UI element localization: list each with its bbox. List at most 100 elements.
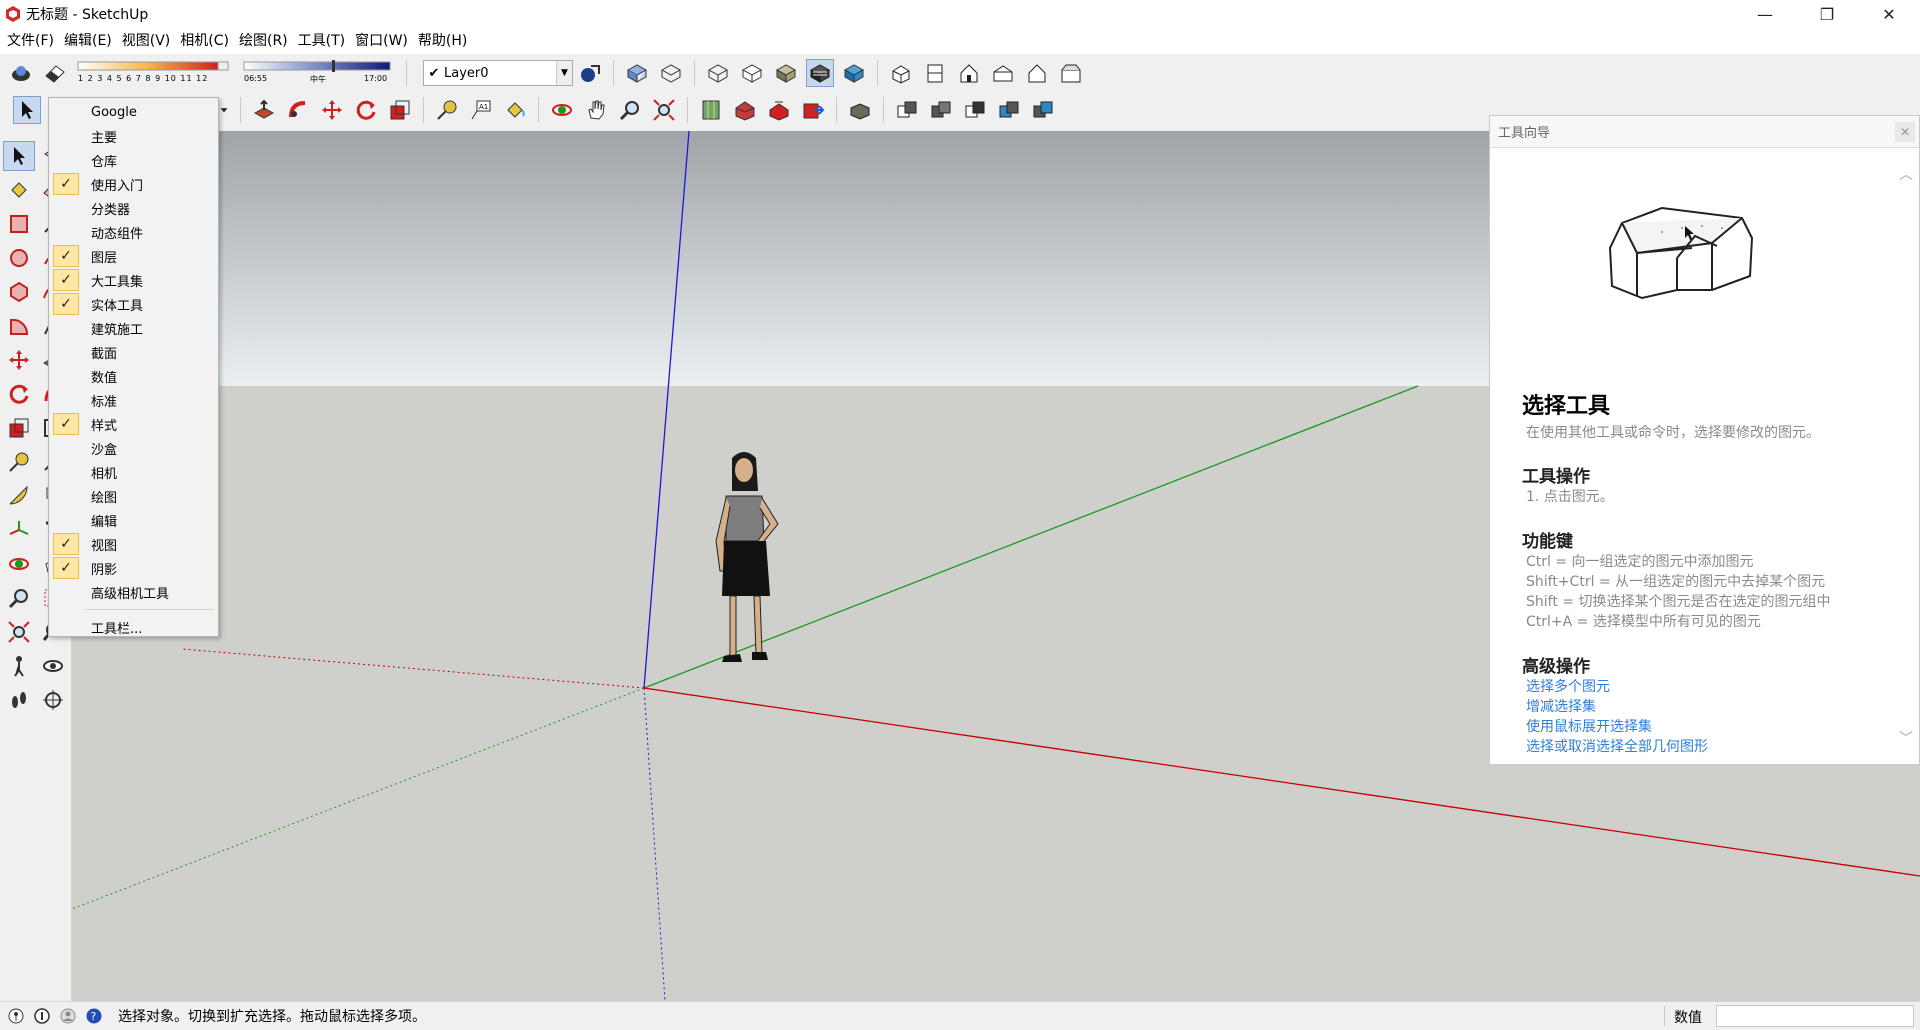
shaded-with-textures-icon[interactable] [806,59,834,87]
menu-item-toolbar-option[interactable]: 数值 [49,364,218,388]
advanced-link[interactable]: 增减选择集 [1526,697,1885,717]
menu-item-toolbar-option[interactable]: 绘图 [49,484,218,508]
chevron-down-icon[interactable]: ▼ [556,61,572,85]
menu-help[interactable]: 帮助(H) [413,30,472,52]
shadow-time-slider[interactable]: 06:55 中午 17:00 [242,59,392,87]
layer-dropdown[interactable]: ✔ Layer0 ▼ [423,60,573,86]
solid-union-icon[interactable] [927,96,955,124]
circle-tool-icon[interactable] [3,243,35,273]
rotate-tool-icon[interactable] [3,379,35,409]
menu-view[interactable]: 视图(V) [117,30,176,52]
section-plane-tool-icon[interactable] [37,685,69,715]
menu-tools[interactable]: 工具(T) [293,30,350,52]
shaded-style-icon[interactable] [772,59,800,87]
menu-file[interactable]: 文件(F) [2,30,59,52]
text-label-icon[interactable]: A1 [467,96,495,124]
menu-item-toolbar-option[interactable]: ✓ 阴影 [49,556,218,580]
menu-item-toolbar-option[interactable]: ✓ 实体工具 [49,292,218,316]
menu-item-toolbar-option[interactable]: 仓库 [49,148,218,172]
menu-item-toolbar-option[interactable]: 沙盒 [49,436,218,460]
menu-edit[interactable]: 编辑(E) [59,30,117,52]
rectangle-tool-icon[interactable] [3,209,35,239]
menu-item-toolbar-option[interactable]: 建筑施工 [49,316,218,340]
polygon-tool-icon[interactable] [3,277,35,307]
push-pull-icon[interactable] [250,96,278,124]
monochrome-style-icon[interactable] [840,59,868,87]
look-around-tool-icon[interactable] [37,651,69,681]
eraser-icon[interactable] [41,59,69,87]
menu-item-toolbar-option[interactable]: ✓ 使用入门 [49,172,218,196]
solid-trim-icon[interactable] [995,96,1023,124]
menu-window[interactable]: 窗口(W) [350,30,413,52]
menu-item-toolbar-option[interactable]: 截面 [49,340,218,364]
move-icon[interactable] [318,96,346,124]
scale-tool-icon[interactable] [3,413,35,443]
xray-style-icon[interactable] [623,59,651,87]
back-edges-style-icon[interactable] [657,59,685,87]
menu-item-toolbar-option[interactable]: 分类器 [49,196,218,220]
select-arrow-icon[interactable] [13,96,41,124]
scroll-up-icon[interactable]: ︿ [1899,164,1913,184]
axes-tool-icon[interactable] [3,515,35,545]
credits-icon[interactable] [32,1006,52,1026]
zoom-icon[interactable] [616,96,644,124]
tape-tool-icon[interactable] [3,447,35,477]
menu-item-toolbar-option[interactable]: Google [49,100,218,124]
walk-tool-icon[interactable] [3,685,35,715]
maximize-button[interactable]: ❐ [1796,0,1858,28]
advanced-link[interactable]: 使用鼠标展开选择集 [1526,717,1885,737]
iso-view-icon[interactable] [887,59,915,87]
move-tool-icon[interactable] [3,345,35,375]
solid-subtract-icon[interactable] [961,96,989,124]
zoom-extents-icon[interactable] [650,96,678,124]
menu-item-toolbars[interactable]: 工具栏... [49,615,218,639]
left-view-icon[interactable] [1057,59,1085,87]
follow-me-icon[interactable] [284,96,312,124]
wireframe-style-icon[interactable] [704,59,732,87]
menu-item-toolbar-option[interactable]: ✓ 图层 [49,244,218,268]
menu-draw[interactable]: 绘图(R) [234,30,293,52]
back-view-icon[interactable] [1023,59,1051,87]
hidden-line-style-icon[interactable] [738,59,766,87]
right-view-icon[interactable] [989,59,1017,87]
solid-intersect-icon[interactable] [893,96,921,124]
orbit-tool-icon[interactable] [3,549,35,579]
fog-scale-slider[interactable]: 1 2 3 4 5 6 7 8 9 10 11 12 [76,59,230,87]
menu-item-toolbar-option[interactable]: 相机 [49,460,218,484]
menu-item-toolbar-option[interactable]: 标准 [49,388,218,412]
menu-item-toolbar-option[interactable]: ✓ 大工具集 [49,268,218,292]
menu-item-toolbar-option[interactable]: 高级相机工具 [49,580,218,604]
menu-item-toolbar-option[interactable]: 动态组件 [49,220,218,244]
extension-warehouse-icon[interactable] [799,96,827,124]
orbit-icon[interactable] [548,96,576,124]
layer-manager-icon[interactable] [576,59,604,87]
rotate-icon[interactable] [352,96,380,124]
scroll-down-icon[interactable]: ﹀ [1899,728,1913,748]
select-tool-icon[interactable] [3,141,35,171]
geo-location-icon[interactable] [6,1006,26,1026]
front-view-icon[interactable] [955,59,983,87]
position-camera-tool-icon[interactable] [3,651,35,681]
add-location-icon[interactable] [697,96,725,124]
menu-item-toolbar-option[interactable]: 主要 [49,124,218,148]
advanced-link[interactable]: 选择多个图元 [1526,677,1885,697]
minimize-button[interactable]: — [1734,0,1796,28]
warehouse-get-models-icon[interactable] [731,96,759,124]
zoom-tool-icon[interactable] [3,583,35,613]
pie-tool-icon[interactable] [3,311,35,341]
menu-item-toolbar-option[interactable]: ✓ 样式 [49,412,218,436]
user-account-icon[interactable] [58,1006,78,1026]
solid-outer-shell-icon[interactable] [846,96,874,124]
paint-tool-icon[interactable] [3,175,35,205]
tape-measure-icon[interactable] [433,96,461,124]
scale-figure-person[interactable] [702,446,792,686]
solid-split-icon[interactable] [1029,96,1057,124]
close-button[interactable]: ✕ [1858,0,1920,28]
top-view-icon[interactable] [921,59,949,87]
share-model-icon[interactable] [765,96,793,124]
menu-item-toolbar-option[interactable]: ✓ 视图 [49,532,218,556]
paint-bucket-icon[interactable] [501,96,529,124]
advanced-link[interactable]: 选择或取消选择全部几何图形 [1526,737,1885,757]
pan-hand-icon[interactable] [582,96,610,124]
toolbar-dropdown-arrow-icon[interactable] [217,96,231,124]
